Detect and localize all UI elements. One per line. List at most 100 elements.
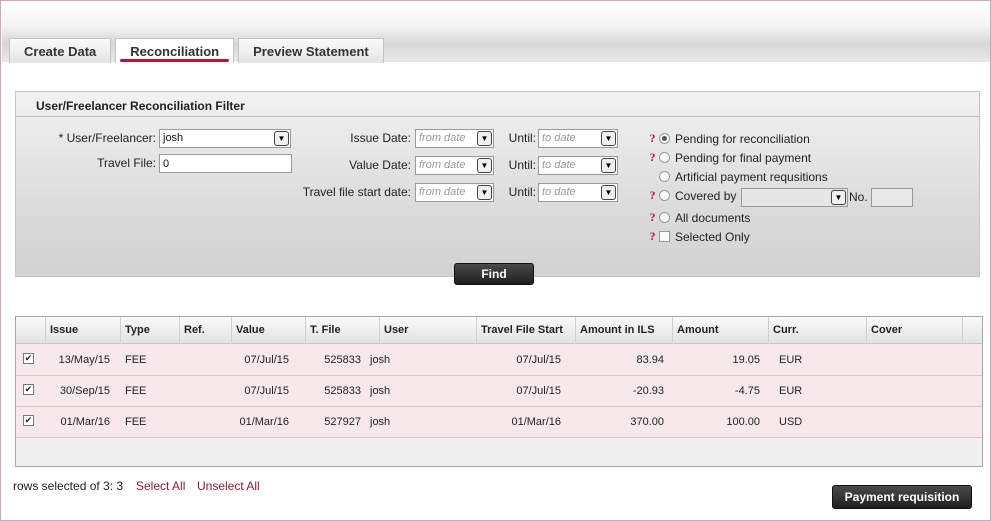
question-mark-icon: ? [649, 188, 656, 202]
column-header-amount[interactable]: Amount [672, 317, 719, 344]
issue-date-to-placeholder: to date [542, 132, 576, 144]
radio-covered-by[interactable]: ? Covered by [648, 187, 737, 204]
filter-divider [16, 116, 979, 117]
selected-only-label: Selected Only [675, 229, 750, 244]
column-header-tfile[interactable]: T. File [305, 317, 341, 344]
user-freelancer-value: josh [163, 132, 184, 144]
tf-start-to-placeholder: to date [542, 186, 576, 198]
value-date-from-select[interactable]: from date ▼ [415, 156, 494, 175]
filter-title: User/Freelancer Reconciliation Filter [36, 99, 245, 113]
column-header-value[interactable]: Value [231, 317, 265, 344]
selected-only-checkbox[interactable] [659, 231, 670, 242]
row-checkbox[interactable]: ✔ [23, 384, 34, 395]
issue-date-from-placeholder: from date [419, 132, 466, 144]
cell-type: FEE [125, 416, 147, 428]
value-until-label: Until: [508, 158, 536, 172]
cell-type: FEE [125, 385, 147, 397]
checkmark-icon: ✔ [24, 415, 33, 425]
radio-all-documents[interactable]: ? All documents [648, 209, 751, 226]
cell-amount-ils: -20.93 [632, 385, 664, 397]
rows-selected-count: 3 [116, 479, 124, 493]
radio-button[interactable] [659, 190, 670, 201]
checkmark-icon: ✔ [24, 353, 33, 363]
checkmark-icon: ✔ [24, 384, 33, 394]
value-date-label: Value Date: [349, 158, 411, 172]
radio-button[interactable] [659, 212, 670, 223]
cell-currency: EUR [779, 354, 803, 366]
tab-reconciliation[interactable]: Reconciliation [115, 38, 235, 63]
user-freelancer-select[interactable]: josh ▼ [159, 129, 291, 148]
cell-amount: 100.00 [726, 416, 760, 428]
cell-amount-ils: 83.94 [636, 354, 664, 366]
row-checkbox[interactable]: ✔ [23, 415, 34, 426]
cell-value: 01/Mar/16 [239, 416, 289, 428]
cell-tfile: 525833 [324, 354, 361, 366]
column-header-user[interactable]: User [379, 317, 408, 344]
find-button[interactable]: Find [454, 263, 534, 285]
cell-issue: 13/May/15 [58, 354, 110, 366]
cell-user: josh [370, 385, 391, 397]
no-label: No. [849, 190, 868, 204]
question-mark-icon: ? [649, 131, 656, 145]
tab-create-data[interactable]: Create Data [9, 38, 112, 63]
issue-until-label: Until: [508, 131, 536, 145]
cell-currency: USD [779, 416, 803, 428]
results-table: Issue Type Ref. Value T. File User Trave… [15, 316, 983, 467]
row-checkbox[interactable]: ✔ [23, 353, 34, 364]
radio-label: Covered by [675, 188, 737, 203]
column-header-travel-file-start[interactable]: Travel File Start [476, 317, 563, 344]
covered-by-select[interactable]: ▼ [741, 188, 848, 207]
value-date-to-select[interactable]: to date ▼ [538, 156, 618, 175]
radio-label: Pending for final payment [675, 150, 812, 165]
radio-button[interactable] [659, 171, 670, 182]
radio-pending-reconciliation[interactable]: ? Pending for reconciliation [648, 130, 810, 147]
issue-date-from-select[interactable]: from date ▼ [415, 129, 494, 148]
radio-pending-final-payment[interactable]: ? Pending for final payment [648, 149, 812, 166]
reconciliation-filter-panel: User/Freelancer Reconciliation Filter * … [15, 91, 980, 277]
tab-bar: Create Data Reconciliation Preview State… [9, 38, 388, 63]
radio-button[interactable] [659, 152, 670, 163]
radio-button[interactable] [659, 133, 670, 144]
cell-tf-start: 01/Mar/16 [511, 416, 561, 428]
rows-selected-summary: rows selected of 3: 3 [13, 479, 123, 493]
issue-date-to-select[interactable]: to date ▼ [538, 129, 618, 148]
column-header-ref[interactable]: Ref. [179, 317, 205, 344]
column-header-cover[interactable]: Cover [866, 317, 902, 344]
travel-file-input[interactable] [159, 154, 292, 173]
select-all-link[interactable]: Select All [136, 479, 185, 493]
app-frame: Create Data Reconciliation Preview State… [0, 0, 991, 521]
cell-issue: 01/Mar/16 [60, 416, 110, 428]
selected-only-option[interactable]: ? Selected Only [648, 228, 750, 245]
table-row[interactable]: ✔ 01/Mar/16 FEE 01/Mar/16 527927 josh 01… [16, 407, 982, 438]
tf-start-to-select[interactable]: to date ▼ [538, 183, 618, 202]
question-mark-icon: ? [649, 210, 656, 224]
cell-tf-start: 07/Jul/15 [516, 354, 561, 366]
column-header-amount-ils[interactable]: Amount in ILS [575, 317, 655, 344]
tab-preview-statement[interactable]: Preview Statement [238, 38, 384, 63]
table-row[interactable]: ✔ 30/Sep/15 FEE 07/Jul/15 525833 josh 07… [16, 376, 982, 407]
user-freelancer-label: * User/Freelancer: [58, 131, 156, 145]
cell-amount-ils: 370.00 [630, 416, 664, 428]
radio-label: Artificial payment requsitions [675, 169, 828, 184]
column-header-type[interactable]: Type [120, 317, 150, 344]
unselect-all-link[interactable]: Unselect All [197, 479, 260, 493]
chevron-down-icon: ▼ [831, 190, 846, 205]
chevron-down-icon: ▼ [601, 185, 616, 200]
covered-by-number-input[interactable] [871, 188, 913, 207]
radio-label: Pending for reconciliation [675, 131, 810, 146]
cell-value: 07/Jul/15 [244, 385, 289, 397]
cell-currency: EUR [779, 385, 803, 397]
tf-start-from-select[interactable]: from date ▼ [415, 183, 494, 202]
chevron-down-icon: ▼ [601, 131, 616, 146]
chevron-down-icon: ▼ [601, 158, 616, 173]
question-mark-icon: ? [649, 150, 656, 164]
column-header-currency[interactable]: Curr. [768, 317, 799, 344]
travel-file-label: Travel File: [97, 156, 156, 170]
payment-requisition-button[interactable]: Payment requisition [832, 485, 972, 509]
cell-amount: 19.05 [732, 354, 760, 366]
radio-artificial-payment[interactable]: Artificial payment requsitions [648, 168, 828, 185]
column-header-issue[interactable]: Issue [45, 317, 78, 344]
cell-tfile: 525833 [324, 385, 361, 397]
cell-tf-start: 07/Jul/15 [516, 385, 561, 397]
table-row[interactable]: ✔ 13/May/15 FEE 07/Jul/15 525833 josh 07… [16, 345, 982, 376]
